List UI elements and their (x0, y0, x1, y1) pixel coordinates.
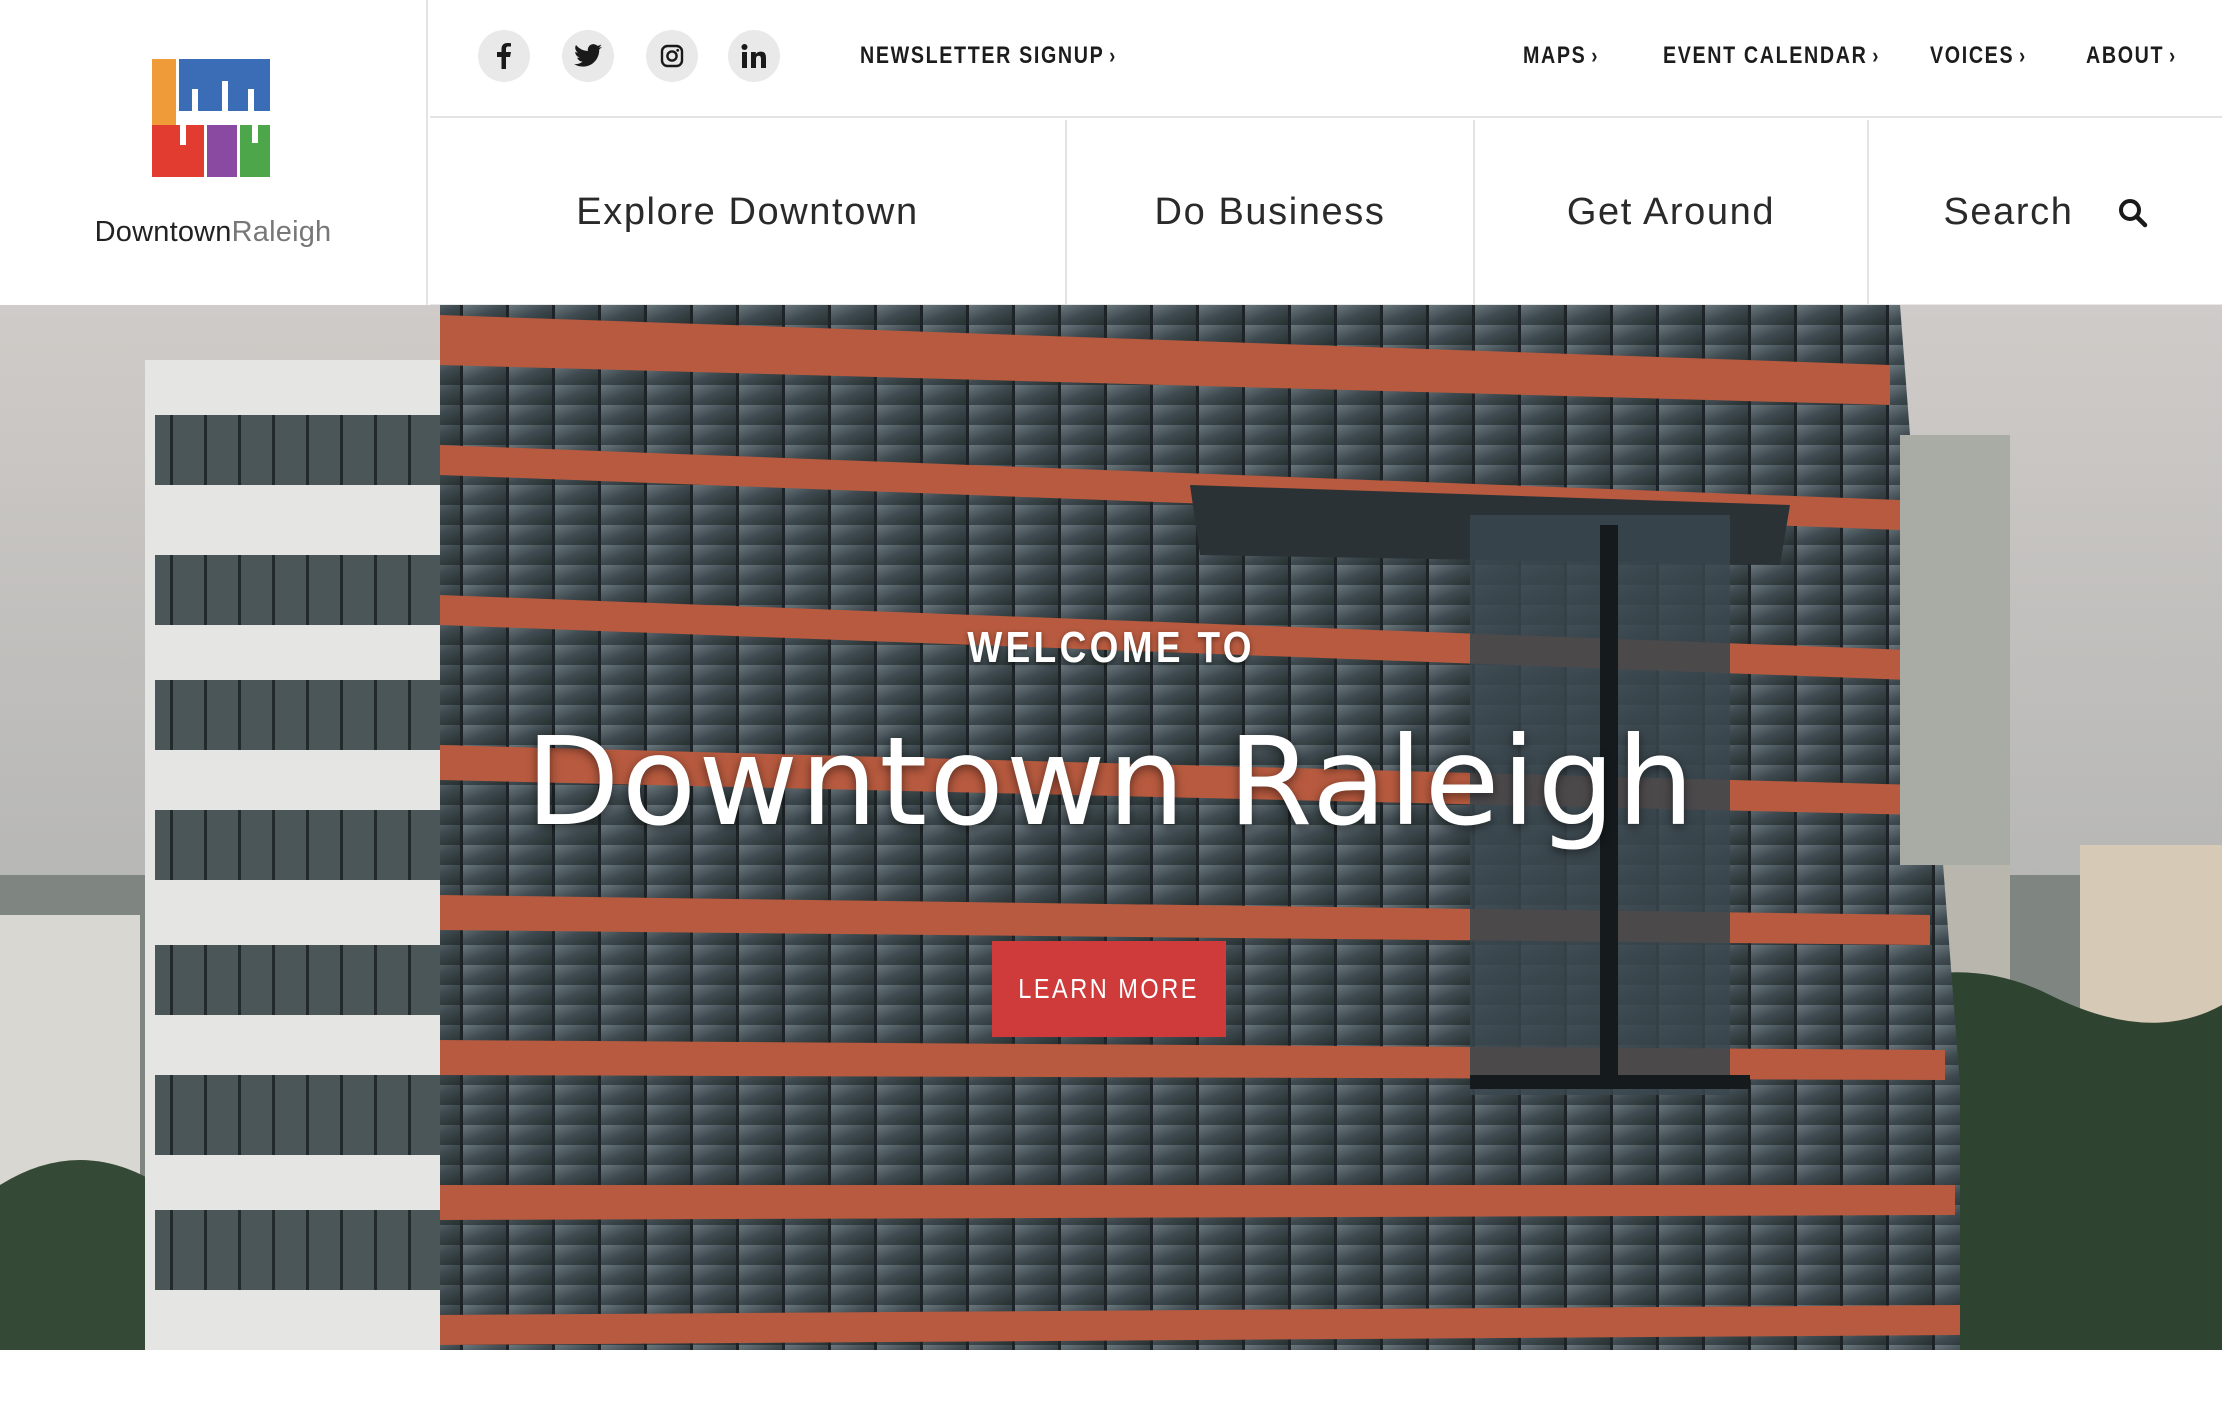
search-button[interactable]: Search (1869, 120, 2222, 305)
hero-eyebrow: WELCOME TO (967, 623, 1255, 672)
linkedin-icon[interactable] (728, 30, 780, 82)
newsletter-label: NEWSLETTER SIGNUP (860, 42, 1105, 69)
maps-link[interactable]: MAPS › (1523, 42, 1599, 70)
chevron-right-icon: › (1872, 43, 1881, 68)
nav-get-around[interactable]: Get Around (1475, 120, 1869, 305)
site-logo[interactable]: DowntownRaleigh (0, 0, 428, 305)
nav-explore-downtown[interactable]: Explore Downtown (430, 120, 1067, 305)
main-navigation: Explore Downtown Do Business Get Around … (430, 120, 2222, 305)
about-link[interactable]: ABOUT › (2086, 42, 2177, 70)
wordmark-light: Raleigh (231, 216, 332, 248)
nav-business-label: Do Business (1154, 191, 1386, 233)
nav-do-business[interactable]: Do Business (1067, 120, 1475, 305)
facebook-icon[interactable] (478, 30, 530, 82)
event-calendar-label: EVENT CALENDAR (1663, 42, 1868, 69)
chevron-right-icon: › (1109, 43, 1117, 68)
event-calendar-link[interactable]: EVENT CALENDAR › (1663, 42, 1880, 70)
wordmark-dark: Downtown (94, 216, 232, 248)
hero-section: WELCOME TO Downtown Raleigh LEARN MORE (0, 305, 2222, 1350)
search-label: Search (1943, 191, 2074, 233)
chevron-right-icon: › (1591, 43, 1599, 68)
nav-get-around-label: Get Around (1566, 191, 1776, 233)
learn-more-label: LEARN MORE (1018, 973, 1200, 1004)
about-label: ABOUT (2086, 42, 2165, 69)
learn-more-button[interactable]: LEARN MORE (992, 941, 1226, 1037)
chevron-right-icon: › (2019, 43, 2027, 68)
utility-bar: NEWSLETTER SIGNUP › MAPS › EVENT CALENDAR ›… (430, 0, 2222, 118)
voices-link[interactable]: VOICES › (1930, 42, 2027, 70)
chevron-right-icon: › (2169, 43, 2177, 68)
voices-label: VOICES (1930, 42, 2015, 69)
instagram-icon[interactable] (646, 30, 698, 82)
logo-wordmark: DowntownRaleigh (0, 216, 426, 249)
nav-explore-label: Explore Downtown (576, 191, 919, 233)
logo-mark-icon (152, 59, 270, 177)
maps-label: MAPS (1523, 42, 1587, 69)
twitter-icon[interactable] (562, 30, 614, 82)
search-icon (2118, 198, 2147, 227)
newsletter-signup-link[interactable]: NEWSLETTER SIGNUP › (860, 42, 1117, 70)
hero-title: Downtown Raleigh (525, 711, 1697, 853)
